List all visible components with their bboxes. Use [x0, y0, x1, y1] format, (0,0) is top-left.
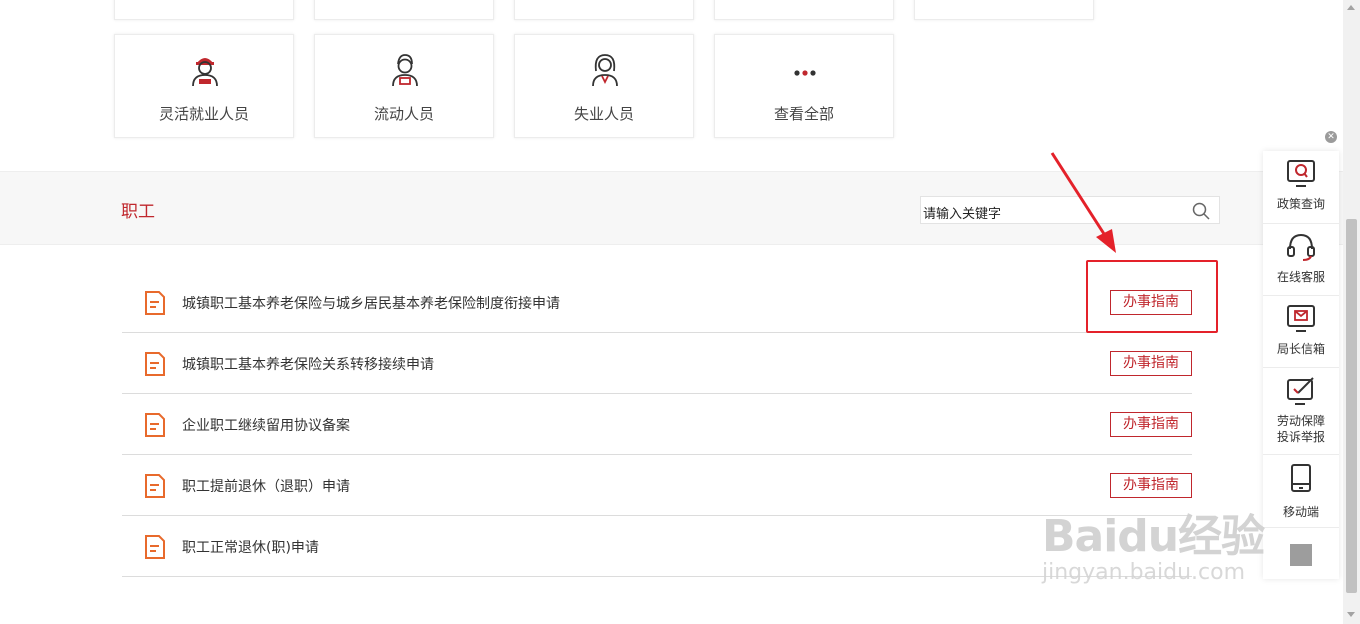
category-card-flexible-workers[interactable]: 灵活就业人员	[114, 34, 294, 138]
category-card-unemployed[interactable]: 失业人员	[514, 34, 694, 138]
close-icon[interactable]: ✕	[1325, 131, 1337, 143]
back-to-top-button[interactable]	[1290, 544, 1312, 566]
document-icon	[145, 474, 165, 498]
list-item[interactable]: 职工提前退休（退职）申请 办事指南	[122, 455, 1192, 516]
mobile-icon	[1291, 464, 1311, 492]
search-input[interactable]: 请输入关键字	[923, 203, 1001, 222]
scroll-up-icon[interactable]	[1347, 5, 1355, 10]
category-label: 失业人员	[573, 105, 634, 123]
headset-icon	[1287, 233, 1315, 261]
sidebar-item-mobile[interactable]: 移动端	[1263, 455, 1339, 528]
complaint-icon	[1287, 377, 1314, 405]
section-header: 职工 请输入关键字	[0, 171, 1343, 245]
category-card-partial[interactable]	[914, 0, 1094, 20]
sidebar-item-label: 政策查询	[1276, 197, 1325, 211]
search-icon[interactable]	[1191, 201, 1211, 221]
category-card-view-all[interactable]: 查看全部	[714, 34, 894, 138]
sidebar-item-label-line1: 劳动保障	[1276, 414, 1325, 428]
sidebar-item-director-mailbox[interactable]: 局长信箱	[1263, 296, 1339, 368]
service-title[interactable]: 城镇职工基本养老保险关系转移接续申请	[182, 354, 434, 374]
guide-button[interactable]: 办事指南	[1110, 351, 1192, 376]
policy-search-icon	[1287, 160, 1315, 187]
sidebar-item-label: 局长信箱	[1276, 342, 1325, 356]
worker-icon	[392, 54, 418, 87]
section-title: 职工	[121, 202, 155, 222]
annotation-arrow-icon	[1050, 152, 1116, 253]
list-item[interactable]: 职工正常退休(职)申请	[122, 516, 1192, 577]
category-card-partial[interactable]	[714, 0, 894, 20]
list-item[interactable]: 城镇职工基本养老保险与城乡居民基本养老保险制度衔接申请 办事指南	[122, 272, 1192, 333]
service-title[interactable]: 企业职工继续留用协议备案	[182, 415, 350, 435]
category-label: 查看全部	[773, 105, 834, 123]
document-icon	[145, 413, 165, 437]
category-card-migrant-workers[interactable]: 流动人员	[314, 34, 494, 138]
scrollbar-thumb[interactable]	[1346, 219, 1357, 593]
scroll-down-icon[interactable]	[1347, 612, 1355, 617]
sidebar-item-policy-query[interactable]: 政策查询	[1263, 151, 1339, 224]
sidebar-item-label-line2: 投诉举报	[1276, 430, 1325, 444]
category-label: 流动人员	[373, 105, 434, 123]
category-card-partial[interactable]	[314, 0, 494, 20]
category-card-partial[interactable]	[514, 0, 694, 20]
service-title[interactable]: 城镇职工基本养老保险与城乡居民基本养老保险制度衔接申请	[182, 293, 560, 313]
list-item[interactable]: 企业职工继续留用协议备案 办事指南	[122, 394, 1192, 455]
category-label: 灵活就业人员	[158, 105, 249, 123]
floating-sidebar: 政策查询 在线客服 局长信箱 劳动保障 投诉举报 移动端	[1263, 151, 1339, 579]
document-icon	[145, 535, 165, 559]
baidu-watermark: Baidu经验 jingyan.baidu.com	[1042, 500, 1265, 585]
watermark-url: jingyan.baidu.com	[1042, 560, 1246, 585]
sidebar-item-label: 在线客服	[1276, 270, 1325, 284]
watermark-brand: Baidu经验	[1042, 511, 1265, 562]
sidebar-item-online-service[interactable]: 在线客服	[1263, 224, 1339, 296]
woman-icon	[592, 54, 618, 87]
sidebar-item-complaint[interactable]: 劳动保障 投诉举报	[1263, 368, 1339, 455]
list-item[interactable]: 城镇职工基本养老保险关系转移接续申请 办事指南	[122, 333, 1192, 394]
highlight-box	[1086, 260, 1218, 333]
more-dots-icon	[794, 70, 816, 76]
sidebar-item-label: 移动端	[1282, 505, 1319, 519]
guide-button[interactable]: 办事指南	[1110, 473, 1192, 498]
document-icon	[145, 291, 165, 315]
scrollbar[interactable]	[1343, 0, 1360, 624]
guide-button[interactable]: 办事指南	[1110, 412, 1192, 437]
mailbox-icon	[1287, 305, 1315, 332]
category-card-partial[interactable]	[114, 0, 294, 20]
service-title[interactable]: 职工提前退休（退职）申请	[182, 476, 350, 496]
worker-cap-icon	[192, 58, 218, 87]
document-icon	[145, 352, 165, 376]
service-title[interactable]: 职工正常退休(职)申请	[182, 537, 319, 557]
